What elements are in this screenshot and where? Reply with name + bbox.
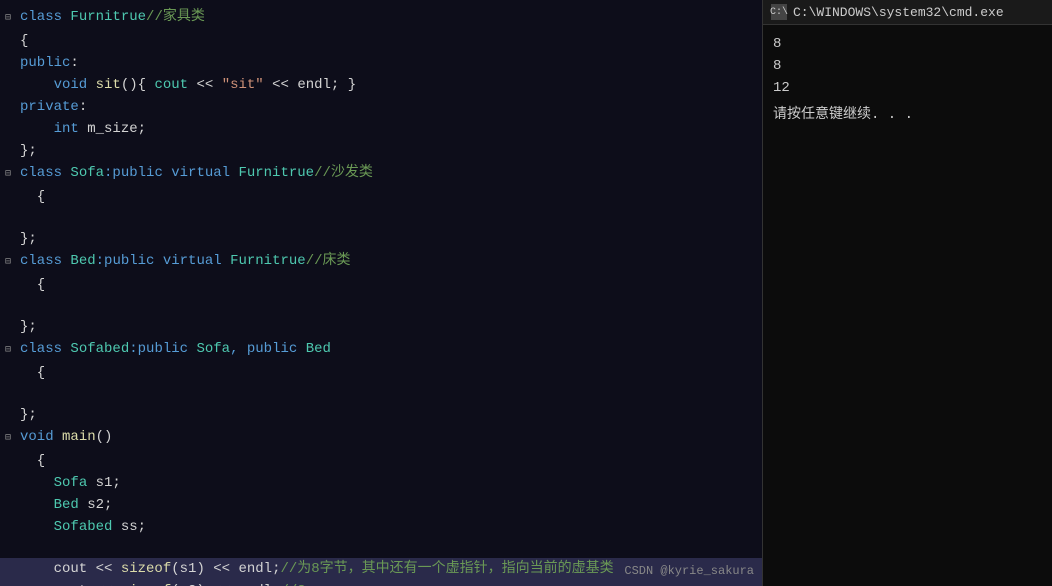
code-content: { [16, 31, 28, 51]
cmd-icon: C:\ [771, 4, 787, 20]
code-content: private: [16, 97, 87, 117]
code-content: void sit(){ cout << "sit" << endl; } [16, 75, 356, 95]
watermark: CSDN @kyrie_sakura [624, 564, 754, 578]
code-line: ⊟class Bed:public virtual Furnitrue//床类 [0, 250, 762, 274]
code-content: Sofabed ss; [16, 517, 146, 537]
code-line: { [0, 450, 762, 472]
code-line: public: [0, 52, 762, 74]
cmd-output-value: 8 [773, 55, 1042, 77]
fold-icon[interactable]: ⊟ [0, 341, 16, 361]
code-line: }; [0, 404, 762, 426]
code-content: class Furnitrue//家具类 [16, 7, 205, 27]
code-line: { [0, 362, 762, 384]
code-line: { [0, 186, 762, 208]
code-line [0, 538, 762, 558]
code-line: Sofa s1; [0, 472, 762, 494]
fold-icon[interactable]: ⊟ [0, 165, 16, 185]
cmd-titlebar: C:\ C:\WINDOWS\system32\cmd.exe [763, 0, 1052, 25]
code-line: cout << sizeof(s2) << endl;//8 [0, 580, 762, 586]
cmd-body: 8812请按任意键继续. . . [763, 25, 1052, 586]
fold-icon[interactable]: ⊟ [0, 429, 16, 449]
code-content: { [16, 451, 45, 471]
code-content: cout << sizeof(s2) << endl;//8 [16, 581, 306, 586]
code-content: }; [16, 405, 37, 425]
code-content: Sofa s1; [16, 473, 121, 493]
code-content: class Bed:public virtual Furnitrue//床类 [16, 251, 351, 271]
fold-icon[interactable]: ⊟ [0, 253, 16, 273]
code-content: cout << sizeof(s1) << endl;//为8字节，其中还有一个… [16, 559, 614, 579]
fold-icon[interactable]: ⊟ [0, 9, 16, 29]
code-content: int m_size; [16, 119, 146, 139]
cmd-output-value: 8 [773, 33, 1042, 55]
code-line: private: [0, 96, 762, 118]
code-line: Sofabed ss; [0, 516, 762, 538]
code-line [0, 296, 762, 316]
code-content: { [16, 275, 45, 295]
code-content: Bed s2; [16, 495, 112, 515]
code-content: void main() [16, 427, 112, 447]
code-content: class Sofa:public virtual Furnitrue//沙发类 [16, 163, 373, 183]
code-line: ⊟void main() [0, 426, 762, 450]
code-line: }; [0, 316, 762, 338]
cmd-continue-text: 请按任意键继续. . . [773, 103, 1042, 123]
cmd-window: C:\ C:\WINDOWS\system32\cmd.exe 8812请按任意… [762, 0, 1052, 586]
code-line: int m_size; [0, 118, 762, 140]
code-content: }; [16, 141, 37, 161]
code-line: { [0, 30, 762, 52]
code-line: }; [0, 228, 762, 250]
code-content: { [16, 363, 45, 383]
code-content: }; [16, 317, 37, 337]
code-line: }; [0, 140, 762, 162]
code-line: ⊟class Sofa:public virtual Furnitrue//沙发… [0, 162, 762, 186]
code-content: }; [16, 229, 37, 249]
code-line: Bed s2; [0, 494, 762, 516]
code-editor: ⊟class Furnitrue//家具类{public: void sit()… [0, 0, 762, 586]
code-line [0, 384, 762, 404]
code-line: void sit(){ cout << "sit" << endl; } [0, 74, 762, 96]
code-line: ⊟class Furnitrue//家具类 [0, 6, 762, 30]
cmd-title: C:\WINDOWS\system32\cmd.exe [793, 5, 1004, 20]
code-content: { [16, 187, 45, 207]
code-content: public: [16, 53, 79, 73]
code-line [0, 208, 762, 228]
cmd-output-value: 12 [773, 77, 1042, 99]
code-content: class Sofabed:public Sofa, public Bed [16, 339, 331, 359]
code-line: ⊟class Sofabed:public Sofa, public Bed [0, 338, 762, 362]
code-line: { [0, 274, 762, 296]
